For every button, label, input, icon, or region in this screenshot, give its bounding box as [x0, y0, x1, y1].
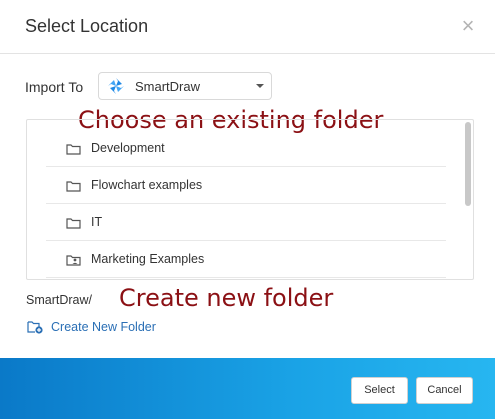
selected-location-label: SmartDraw	[135, 79, 201, 94]
folder-icon	[66, 216, 81, 234]
scrollbar-thumb[interactable]	[465, 122, 471, 206]
folder-item-flowchart-examples[interactable]: Flowchart examples	[46, 167, 446, 204]
folder-label: IT	[91, 215, 103, 229]
folder-item-development[interactable]: Development	[46, 130, 446, 167]
import-to-label: Import To	[25, 79, 84, 95]
annotation-create-folder: Create new folder	[119, 284, 334, 312]
create-new-folder-label: Create New Folder	[51, 320, 156, 334]
folder-label: Development	[91, 141, 165, 155]
folder-icon	[66, 179, 81, 197]
dialog-header: Select Location ×	[0, 0, 495, 54]
shared-folder-icon	[66, 253, 81, 271]
chevron-down-icon	[256, 84, 264, 88]
folder-icon	[66, 142, 81, 160]
cancel-button[interactable]: Cancel	[416, 377, 473, 404]
folder-label: Flowchart examples	[91, 178, 203, 192]
folder-item-marketing-examples[interactable]: Marketing Examples	[46, 241, 446, 278]
dialog-footer: Select Cancel	[0, 358, 495, 419]
folder-label: Marketing Examples	[91, 252, 205, 266]
smartdraw-logo-icon	[108, 78, 124, 99]
folder-item-it[interactable]: IT	[46, 204, 446, 241]
select-button[interactable]: Select	[351, 377, 408, 404]
new-folder-icon	[27, 320, 44, 339]
current-path: SmartDraw/	[26, 293, 92, 307]
folder-list: Development Flowchart examples IT Market…	[26, 119, 474, 280]
import-location-select[interactable]: SmartDraw	[98, 72, 272, 100]
close-icon[interactable]: ×	[458, 15, 478, 37]
dialog-title: Select Location	[25, 16, 149, 36]
folder-list-scrollbar[interactable]	[465, 122, 471, 278]
